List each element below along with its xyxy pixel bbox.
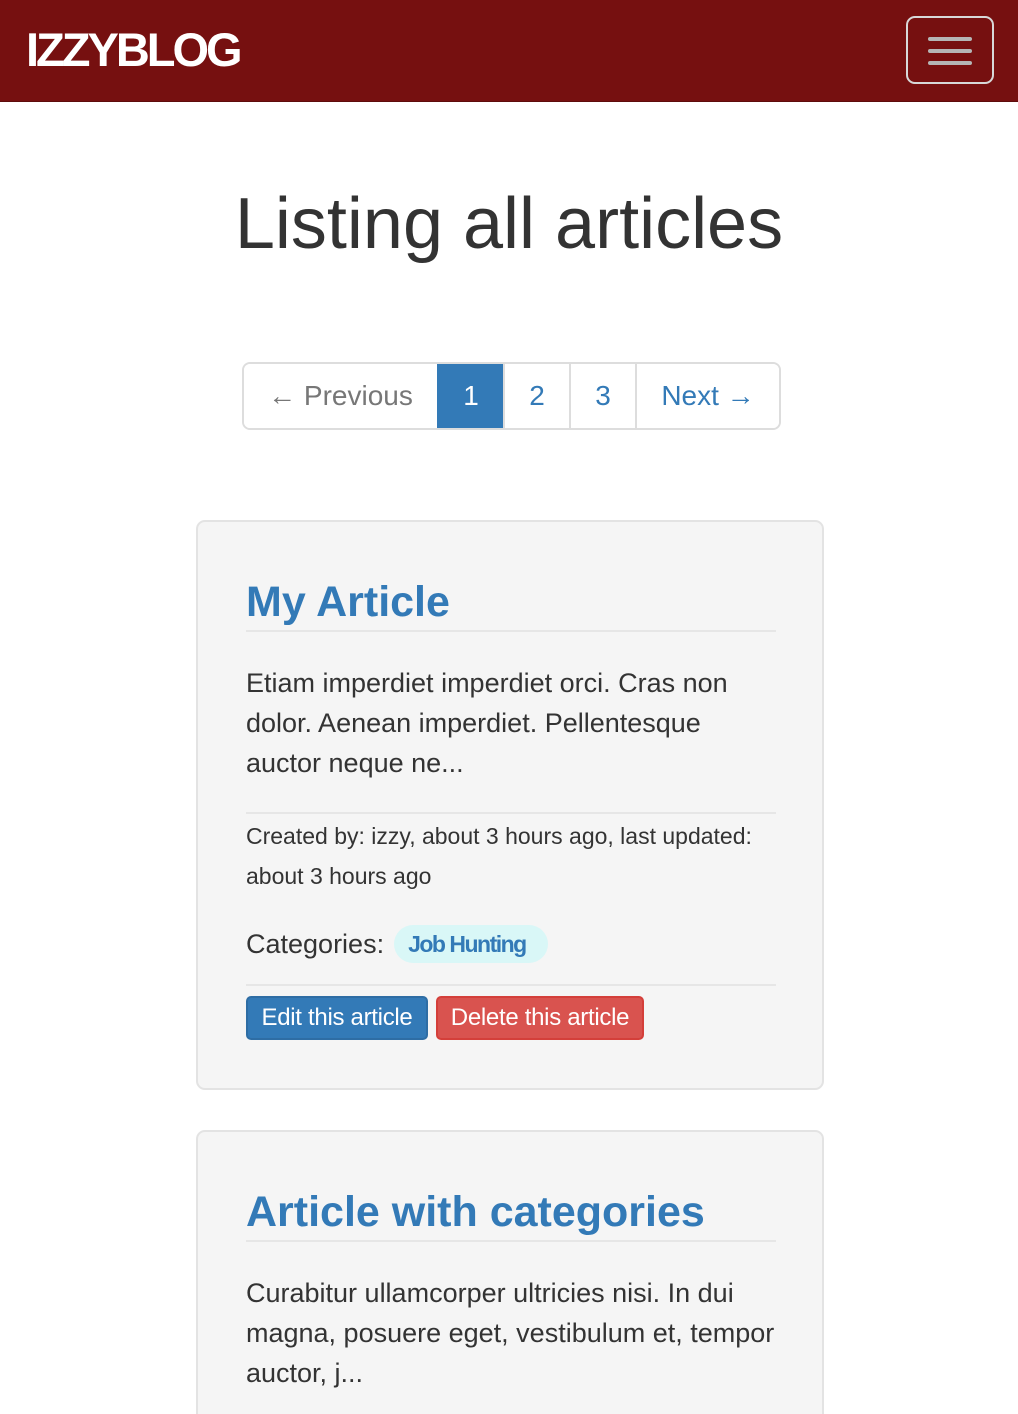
page-title: Listing all articles: [234, 184, 784, 264]
edit-article-button[interactable]: Edit this article: [246, 996, 428, 1040]
article-card: Article with categories Curabitur ullamc…: [196, 1130, 824, 1414]
pagination: ← Previous 1 2 3 Next →: [242, 362, 781, 430]
delete-article-button[interactable]: Delete this article: [436, 996, 644, 1040]
article-meta: Created by: izzy, about 3 hours ago, las…: [246, 823, 752, 889]
article-excerpt: Curabitur ullamcorper ultricies nisi. In…: [246, 1278, 775, 1388]
pagination-page-2[interactable]: 2: [503, 364, 569, 428]
nav-toggle-button[interactable]: [906, 16, 994, 84]
divider: [246, 1240, 776, 1242]
pagination-page-3[interactable]: 3: [569, 364, 635, 428]
article-card: My Article Etiam imperdiet imperdiet orc…: [196, 520, 824, 1090]
brand-logo[interactable]: IZZYBLOG: [26, 24, 243, 76]
article-title-link[interactable]: Article with categories: [246, 1186, 776, 1238]
divider: [246, 630, 776, 632]
divider: [246, 984, 776, 986]
pagination-previous-disabled: ← Previous: [244, 364, 437, 428]
category-badge[interactable]: Job Hunting: [394, 925, 548, 963]
pagination-next[interactable]: Next →: [635, 364, 779, 428]
article-categories: Categories: Job Hunting: [246, 924, 548, 964]
article-excerpt: Etiam imperdiet imperdiet orci. Cras non…: [246, 668, 728, 778]
categories-label: Categories:: [246, 928, 385, 959]
top-navbar: IZZYBLOG: [0, 0, 1018, 102]
pagination-page-1-current[interactable]: 1: [437, 364, 503, 428]
article-title-link[interactable]: My Article: [246, 576, 776, 628]
divider: [246, 812, 776, 814]
